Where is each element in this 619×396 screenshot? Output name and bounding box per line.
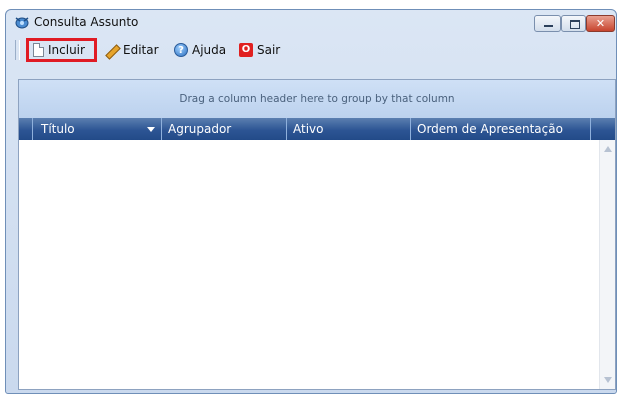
window-title: Consulta Assunto — [34, 15, 139, 29]
column-header-ordem[interactable]: Ordem de Apresentação — [411, 118, 591, 140]
header-spacer — [591, 118, 616, 140]
maximize-button[interactable] — [561, 15, 586, 32]
app-icon — [15, 17, 29, 29]
ajuda-label: Ajuda — [192, 43, 227, 57]
column-filter-dropdown-icon[interactable] — [147, 127, 155, 132]
column-header-ativo[interactable]: Ativo — [287, 118, 411, 140]
app-window: Consulta Assunto ✕ Incluir Editar ? Ajud… — [5, 9, 617, 394]
group-by-hint: Drag a column header here to group by th… — [179, 93, 455, 105]
minimize-icon — [544, 25, 553, 27]
scroll-up-icon[interactable] — [604, 146, 612, 152]
toolbar: Incluir Editar ? Ajuda O Sair — [12, 38, 612, 64]
column-header-titulo[interactable]: Título — [33, 118, 162, 140]
close-button[interactable]: ✕ — [586, 15, 615, 32]
pencil-icon — [103, 43, 119, 57]
minimize-button[interactable] — [534, 15, 561, 32]
toolbar-grip[interactable] — [15, 40, 20, 60]
column-header-label: Agrupador — [168, 122, 232, 136]
maximize-icon — [570, 20, 580, 29]
grid-header: Título Agrupador Ativo Ordem de Apresent… — [19, 118, 615, 140]
scroll-down-icon[interactable] — [604, 377, 612, 383]
editar-label: Editar — [123, 43, 159, 57]
column-header-label: Título — [41, 122, 75, 136]
grid-body[interactable] — [19, 140, 601, 389]
column-header-agrupador[interactable]: Agrupador — [162, 118, 287, 140]
column-header-label: Ordem de Apresentação — [417, 122, 563, 136]
group-by-panel[interactable]: Drag a column header here to group by th… — [19, 80, 615, 118]
title-bar[interactable]: Consulta Assunto ✕ — [6, 10, 616, 36]
help-icon: ? — [174, 43, 188, 57]
ajuda-button[interactable]: ? Ajuda — [174, 39, 226, 61]
sair-button[interactable]: O Sair — [239, 39, 280, 61]
sair-label: Sair — [257, 43, 281, 57]
incluir-button[interactable]: Incluir — [26, 38, 97, 62]
new-document-icon — [33, 43, 44, 57]
incluir-label: Incluir — [48, 43, 85, 57]
vertical-scrollbar[interactable] — [599, 140, 615, 389]
editar-button[interactable]: Editar — [103, 39, 159, 61]
exit-icon: O — [239, 43, 253, 57]
column-header-label: Ativo — [293, 122, 324, 136]
data-grid: Drag a column header here to group by th… — [18, 79, 616, 390]
row-indicator-header — [19, 118, 33, 140]
close-icon: ✕ — [595, 17, 606, 30]
